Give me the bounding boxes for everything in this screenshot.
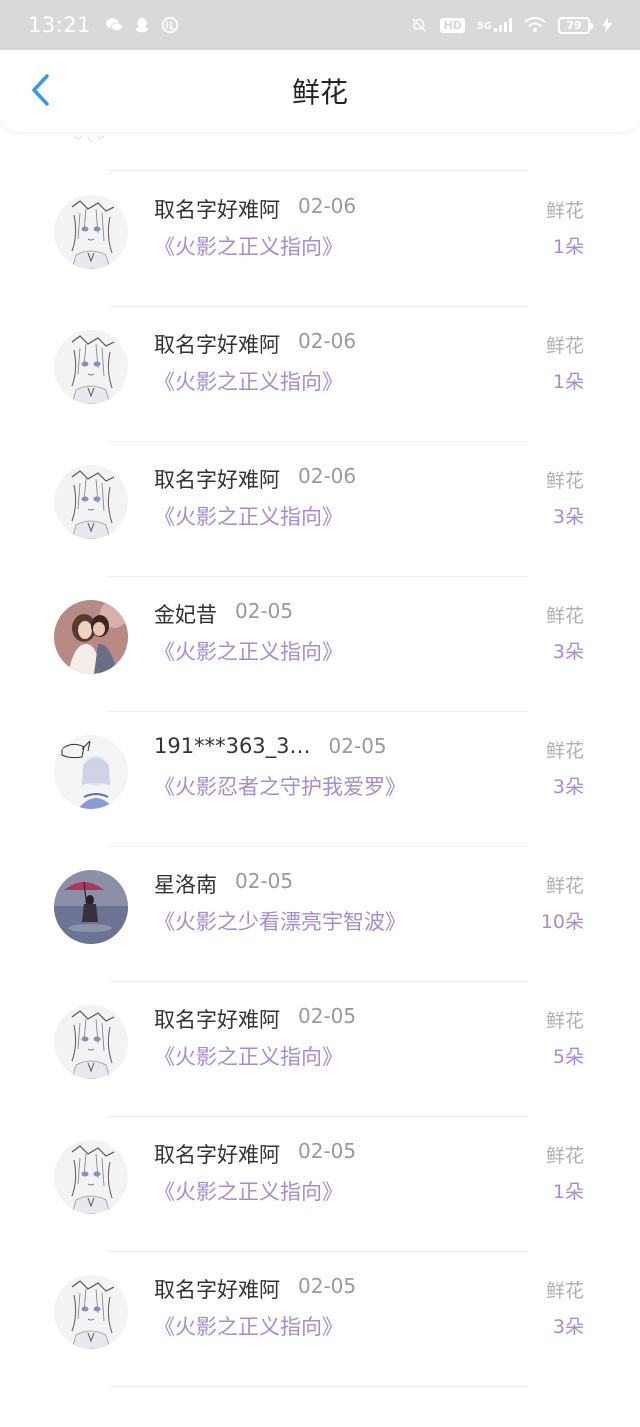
avatar[interactable] bbox=[54, 735, 128, 809]
gift-count: 3朵 bbox=[552, 641, 584, 663]
avatar[interactable] bbox=[54, 330, 128, 404]
battery-icon: 79 bbox=[558, 16, 593, 34]
divider bbox=[108, 170, 528, 171]
gift-type-label: 鲜花 bbox=[545, 335, 584, 357]
charging-icon bbox=[602, 17, 612, 33]
book-title-link[interactable]: 《火影忍者之守护我爱罗》 bbox=[154, 771, 406, 801]
list-item[interactable]: 191***363_3… 02-05 《火影忍者之守护我爱罗》 鲜花 3朵 bbox=[0, 712, 640, 847]
gift-count: 1朵 bbox=[552, 371, 584, 393]
status-bar: 13:21 HD 5G 79 bbox=[0, 0, 640, 50]
gift-date: 02-06 bbox=[298, 329, 357, 353]
user-name[interactable]: 取名字好难阿 bbox=[154, 329, 280, 359]
signal-icon: 5G bbox=[477, 18, 512, 32]
status-time: 13:21 bbox=[28, 13, 92, 37]
gift-count: 3朵 bbox=[552, 776, 584, 798]
list-item[interactable]: 取名字好难阿 02-05 《火影之正义指向》 鲜花 1朵 bbox=[0, 1117, 640, 1252]
list-item[interactable]: 金妃昔 02-05 《火影之正义指向》 鲜花 3朵 bbox=[0, 577, 640, 712]
partial-list-item bbox=[0, 132, 640, 172]
chevron-left-icon bbox=[32, 74, 49, 106]
hd-badge: HD bbox=[440, 17, 465, 33]
user-name[interactable]: 星洛南 bbox=[154, 869, 217, 899]
list-item[interactable]: 取名字好难阿 02-05 《火影之正义指向》 鲜花 3朵 bbox=[0, 1252, 640, 1387]
gift-date: 02-06 bbox=[298, 464, 357, 488]
list-item[interactable]: 取名字好难阿 02-06 《火影之正义指向》 鲜花 3朵 bbox=[0, 442, 640, 577]
gift-date: 02-05 bbox=[235, 869, 294, 893]
list-item[interactable]: 取名字好难阿 02-05 《火影之正义指向》 鲜花 5朵 bbox=[0, 982, 640, 1117]
signal-bars-icon bbox=[494, 18, 512, 32]
gift-type-label: 鲜花 bbox=[545, 1280, 584, 1302]
network-type: 5G bbox=[476, 21, 492, 32]
book-title-link[interactable]: 《火影之正义指向》 bbox=[154, 231, 343, 261]
gift-date: 02-05 bbox=[298, 1274, 357, 1298]
gift-date: 02-05 bbox=[328, 734, 387, 758]
gift-type-label: 鲜花 bbox=[545, 740, 584, 762]
book-title-link[interactable]: 《火影之正义指向》 bbox=[154, 366, 343, 396]
user-name[interactable]: 191***363_3… bbox=[154, 734, 311, 758]
qq-icon bbox=[135, 17, 149, 33]
gift-type-label: 鲜花 bbox=[545, 605, 584, 627]
header: 鲜花 bbox=[0, 50, 640, 132]
gift-type-label: 鲜花 bbox=[545, 470, 584, 492]
book-title-link[interactable]: 《火影之正义指向》 bbox=[154, 501, 343, 531]
gift-date: 02-06 bbox=[298, 194, 357, 218]
gift-date: 02-05 bbox=[298, 1139, 357, 1163]
list-item[interactable]: 星洛南 02-05 《火影之少看漂亮宇智波》 鲜花 10朵 bbox=[0, 847, 640, 982]
avatar[interactable] bbox=[54, 465, 128, 539]
user-name[interactable]: 取名字好难阿 bbox=[154, 1139, 280, 1169]
user-name[interactable]: 取名字好难阿 bbox=[154, 194, 280, 224]
gift-type-label: 鲜花 bbox=[545, 875, 584, 897]
gift-date: 02-05 bbox=[298, 1004, 357, 1028]
wifi-icon bbox=[524, 17, 546, 32]
vpn-icon bbox=[161, 16, 179, 34]
status-notification-icons bbox=[105, 16, 179, 34]
avatar[interactable] bbox=[54, 1140, 128, 1214]
avatar[interactable] bbox=[54, 195, 128, 269]
book-title-link[interactable]: 《火影之少看漂亮宇智波》 bbox=[154, 906, 406, 936]
avatar[interactable] bbox=[54, 600, 128, 674]
book-title-link[interactable]: 《火影之正义指向》 bbox=[154, 1176, 343, 1206]
flower-gift-list[interactable]: 取名字好难阿 02-06 《火影之正义指向》 鲜花 1朵 取名字好难阿 02-06 《火影之… bbox=[0, 132, 640, 1427]
gift-type-label: 鲜花 bbox=[545, 200, 584, 222]
gift-count: 1朵 bbox=[552, 1181, 584, 1203]
user-name[interactable]: 取名字好难阿 bbox=[154, 1274, 280, 1304]
gift-count: 10朵 bbox=[540, 911, 584, 933]
list-item[interactable]: 取名字好难阿 02-06 《火影之正义指向》 鲜花 1朵 bbox=[0, 307, 640, 442]
gift-type-label: 鲜花 bbox=[545, 1145, 584, 1167]
wechat-icon bbox=[105, 18, 123, 32]
list-item[interactable]: 取名字好难阿 02-06 《火影之正义指向》 鲜花 1朵 bbox=[0, 172, 640, 307]
user-name[interactable]: 取名字好难阿 bbox=[154, 464, 280, 494]
gift-count: 3朵 bbox=[552, 1316, 584, 1338]
user-name[interactable]: 取名字好难阿 bbox=[154, 1004, 280, 1034]
gift-count: 3朵 bbox=[552, 506, 584, 528]
back-button[interactable] bbox=[20, 70, 60, 110]
mute-bell-icon bbox=[412, 18, 427, 32]
page-title: 鲜花 bbox=[291, 76, 348, 109]
book-title-link[interactable]: 《火影之正义指向》 bbox=[154, 1311, 343, 1341]
gift-count: 5朵 bbox=[552, 1046, 584, 1068]
gift-date: 02-05 bbox=[235, 599, 294, 623]
avatar[interactable] bbox=[54, 1005, 128, 1079]
user-name[interactable]: 金妃昔 bbox=[154, 599, 217, 629]
status-system-icons: HD 5G 79 bbox=[410, 16, 612, 34]
battery-level: 79 bbox=[566, 18, 582, 32]
avatar[interactable] bbox=[54, 870, 128, 944]
book-title-link[interactable]: 《火影之正义指向》 bbox=[154, 636, 343, 666]
book-title-link[interactable]: 《火影之正义指向》 bbox=[154, 1041, 343, 1071]
divider bbox=[108, 1386, 528, 1387]
gift-count: 1朵 bbox=[552, 236, 584, 258]
partial-avatar-image bbox=[73, 135, 105, 143]
avatar[interactable] bbox=[54, 1275, 128, 1349]
gift-type-label: 鲜花 bbox=[545, 1010, 584, 1032]
